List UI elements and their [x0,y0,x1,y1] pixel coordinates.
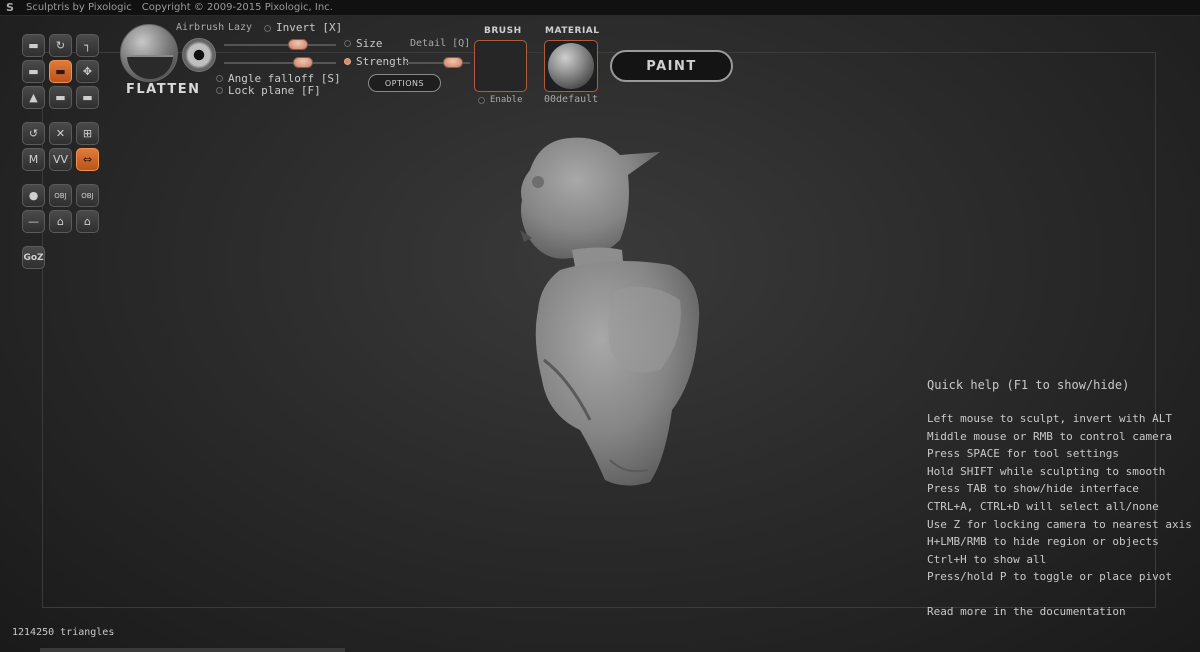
documentation-link[interactable]: Read more in the documentation [927,603,1197,621]
tool-draw-icon: ▬ [28,39,39,52]
quick-help-line: Press/hold P to toggle or place pivot [927,570,1173,584]
tool-grab-button[interactable]: VV [49,148,72,171]
material-slot[interactable] [544,40,598,92]
tool-flatten-button[interactable]: ▬ [49,60,72,83]
tool-import-obj-icon: OBJ [54,191,67,200]
detail-label: Detail [Q] [410,38,471,49]
invert-label[interactable]: Invert [X] [276,21,342,34]
lazy-label[interactable]: Lazy [228,22,252,33]
tool-plane-button[interactable]: — [22,210,45,233]
strength-slider-knob[interactable] [293,57,313,68]
brush-name: FLATTEN [126,82,201,97]
enable-toggle[interactable] [478,97,485,104]
tool-save-icon: ⌂ [84,215,91,228]
tool-inflate-icon: ▬ [28,65,39,78]
tool-pinch-icon: ▲ [29,91,38,104]
window-title: Sculptris by Pixologic [26,2,132,13]
quick-help-line: CTRL+A, CTRL+D will select all/none [927,499,1159,513]
tool-grab-icon: VV [52,153,69,166]
material-name: 00default [544,94,599,105]
paint-button[interactable]: PAINT [610,50,733,82]
quick-help-panel: Quick help (F1 to show/hide) Left mouse … [927,378,1197,621]
tool-symmetry-icon: ↺ [28,127,39,140]
tool-mirror-button[interactable]: ⇔ [76,148,99,171]
material-header: MATERIAL [545,26,600,36]
tool-plane-icon: — [28,215,39,228]
tool-flatten-icon: ▬ [55,65,66,78]
angle-falloff-toggle[interactable] [216,75,223,82]
material-sphere-icon [548,43,594,89]
quick-help-line: Middle mouse or RMB to control camera [927,429,1173,443]
sculpt-model[interactable] [500,130,720,500]
invert-toggle[interactable] [264,25,271,32]
tool-symmetry-button[interactable]: ↺ [22,122,45,145]
tool-inflate-button[interactable]: ▬ [22,60,45,83]
size-slider-track[interactable] [224,44,336,46]
tool-sphere-icon: ● [28,189,39,202]
size-label: Size [356,37,383,50]
quick-help-title: Quick help (F1 to show/hide) [927,378,1130,392]
quick-help-line: Press TAB to show/hide interface [927,482,1139,496]
title-bar: S Sculptris by Pixologic Copyright © 200… [0,0,1200,16]
brush-tip-icon[interactable] [182,38,216,72]
lock-plane-toggle[interactable] [216,87,223,94]
tool-sphere-button[interactable]: ● [22,184,45,207]
detail-slider-knob[interactable] [443,57,464,68]
airbrush-label[interactable]: Airbrush [176,22,224,33]
copyright-text: Copyright © 2009-2015 Pixologic, Inc. [141,2,333,13]
tool-matcap-icon: M [28,153,39,166]
tool-export-obj-icon: OBJ [81,191,94,200]
strength-toggle[interactable] [344,58,351,65]
tool-open-button[interactable]: ⌂ [49,210,72,233]
tool-crease-button[interactable]: ▬ [49,86,72,109]
tool-smooth-icon: ▬ [82,91,93,104]
tool-rotate-button[interactable]: ↻ [49,34,72,57]
tool-move-icon: ✥ [82,65,93,78]
tool-mirror-icon: ⇔ [82,153,93,166]
quick-help-line: Ctrl+H to show all [927,552,1047,566]
strength-slider-track[interactable] [224,62,336,64]
tool-export-obj-button[interactable]: OBJ [76,184,99,207]
strength-label: Strength [356,55,409,68]
tool-import-obj-button[interactable]: OBJ [49,184,72,207]
sculptris-logo-icon: S [6,0,14,14]
tool-mask-icon: ✕ [55,127,66,140]
brush-header: BRUSH [484,26,522,36]
tool-open-icon: ⌂ [57,215,64,228]
size-slider-knob[interactable] [288,39,309,50]
triangle-count: 1214250 triangles [12,627,115,638]
tool-mask-button[interactable]: ✕ [49,122,72,145]
tool-wireframe-button[interactable]: ⊞ [76,122,99,145]
tool-crease-icon: ▬ [55,91,66,104]
lock-plane-label[interactable]: Lock plane [F] [228,84,321,97]
tool-smooth-button[interactable]: ▬ [76,86,99,109]
tool-draw-button[interactable]: ▬ [22,34,45,57]
progress-bar [40,648,345,652]
quick-help-line: Left mouse to sculpt, invert with ALT [927,412,1173,425]
tool-move-button[interactable]: ✥ [76,60,99,83]
tool-matcap-button[interactable]: M [22,148,45,171]
quick-help-line: Use Z for locking camera to nearest axis [927,517,1192,531]
tool-wireframe-icon: ⊞ [82,127,93,140]
brush-preview-icon[interactable] [120,24,178,82]
tool-crop-icon: ┐ [84,39,91,52]
tool-crop-button[interactable]: ┐ [76,34,99,57]
brush-texture-slot[interactable] [474,40,527,92]
goz-button[interactable]: GoZ [22,246,45,269]
quick-help-line: Press SPACE for tool settings [927,447,1120,461]
tool-save-button[interactable]: ⌂ [76,210,99,233]
quick-help-line: Hold SHIFT while sculpting to smooth [927,464,1166,478]
quick-help-line: H+LMB/RMB to hide region or objects [927,535,1159,549]
tool-pinch-button[interactable]: ▲ [22,86,45,109]
enable-label: Enable [490,95,523,105]
options-button[interactable]: OPTIONS [368,74,441,92]
tool-rotate-icon: ↻ [55,39,66,52]
size-toggle[interactable] [344,40,351,47]
